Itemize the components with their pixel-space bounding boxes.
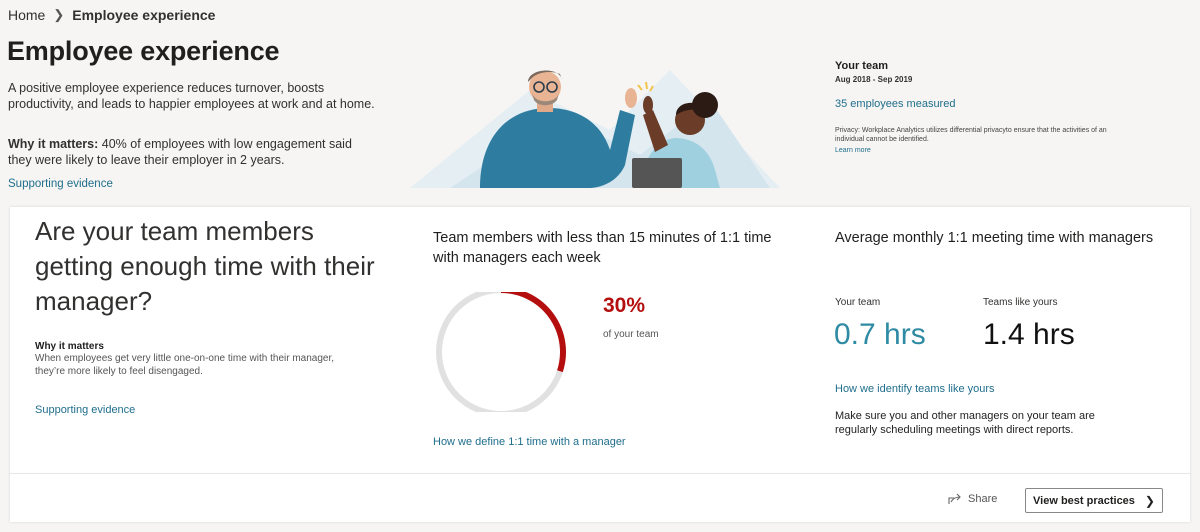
breadcrumb: Home ❯ Employee experience — [8, 7, 215, 23]
teams-like-yours-label: Teams like yours — [983, 297, 1058, 308]
card-why-heading: Why it matters — [35, 341, 104, 352]
metric1-percent: 30% — [603, 294, 646, 317]
view-best-practices-button[interactable]: View best practices ❯ — [1025, 488, 1163, 513]
high-five-illustration — [410, 70, 780, 188]
card-why-text: When employees get very little one-on-on… — [35, 353, 335, 377]
share-label: Share — [968, 493, 998, 505]
share-button[interactable]: Share — [948, 493, 997, 505]
team-dates: Aug 2018 - Sep 2019 — [835, 75, 913, 84]
share-icon — [948, 493, 961, 504]
metric1-percent-label: of your team — [603, 329, 659, 340]
advice-text: Make sure you and other managers on your… — [835, 410, 1095, 436]
metric2-title: Average monthly 1:1 meeting time with ma… — [835, 230, 1154, 246]
card-divider — [10, 473, 1190, 474]
why-label: Why it matters: — [8, 137, 99, 151]
card-question: Are your team members getting enough tim… — [35, 216, 375, 316]
chevron-right-icon: ❯ — [53, 7, 65, 22]
view-best-practices-label: View best practices — [1033, 494, 1135, 507]
employees-measured-link[interactable]: 35 employees measured — [835, 98, 955, 110]
metric1-title: Team members with less than 15 minutes o… — [433, 230, 772, 266]
teams-like-yours-value: 1.4 hrs — [983, 318, 1075, 351]
page-title: Employee experience — [7, 36, 280, 66]
privacy-note: Privacy: Workplace Analytics utilizes di… — [835, 127, 1107, 143]
your-team-value: 0.7 hrs — [834, 318, 926, 351]
learn-more-link[interactable]: Learn more — [835, 147, 871, 154]
donut-fill-arc — [500, 292, 566, 373]
identify-teams-link[interactable]: How we identify teams like yours — [835, 383, 995, 395]
card-supporting-evidence-link[interactable]: Supporting evidence — [35, 404, 135, 416]
team-heading: Your team — [835, 60, 888, 72]
breadcrumb-current: Employee experience — [72, 7, 216, 23]
your-team-label: Your team — [835, 297, 881, 308]
why-it-matters: Why it matters: 40% of employees with lo… — [8, 136, 358, 168]
supporting-evidence-link[interactable]: Supporting evidence — [8, 178, 113, 190]
chevron-right-icon: ❯ — [1144, 493, 1155, 508]
define-one-on-one-link[interactable]: How we define 1:1 time with a manager — [433, 436, 626, 448]
breadcrumb-home-link[interactable]: Home — [8, 7, 45, 23]
page-description: A positive employee experience reduces t… — [8, 81, 375, 111]
percent-donut — [436, 292, 566, 412]
